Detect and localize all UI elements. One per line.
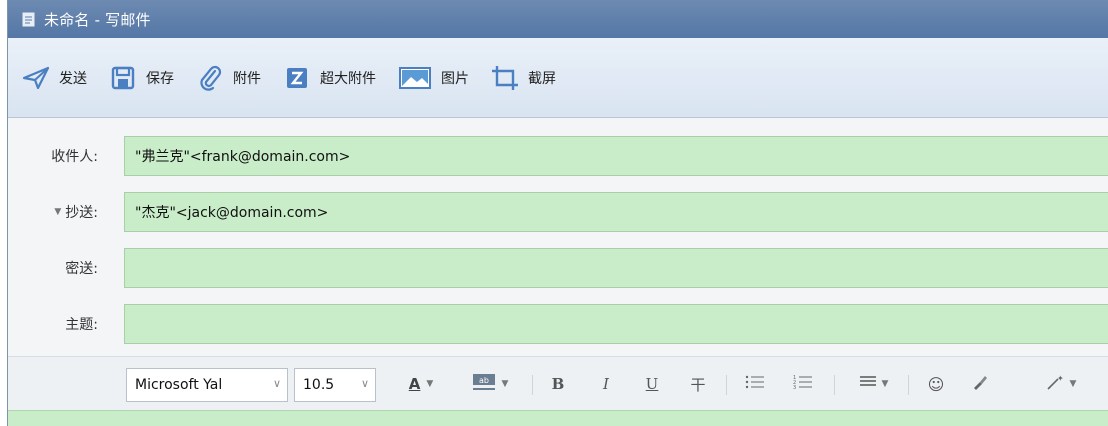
bcc-label: 密送: xyxy=(8,258,108,278)
main-toolbar: 发送 保存 附件 超大附件 图片 截屏 xyxy=(8,38,1108,118)
svg-text:✦: ✦ xyxy=(1057,374,1064,383)
emoji-button[interactable]: ☺ xyxy=(922,371,950,397)
send-button[interactable]: 发送 xyxy=(22,60,87,96)
bcc-label-text: 密送: xyxy=(65,261,98,277)
format-painter-button[interactable] xyxy=(966,371,994,397)
title-bar: 未命名 - 写邮件 xyxy=(8,0,1108,38)
subject-label-text: 主题: xyxy=(65,317,98,333)
strikethrough-button[interactable]: 干 xyxy=(684,371,712,397)
subject-row: 主题: xyxy=(8,304,1108,344)
magic-wand-button[interactable]: ✦ ▼ xyxy=(1034,371,1088,397)
save-button[interactable]: 保存 xyxy=(109,60,174,96)
dropdown-arrow-icon: ▼ xyxy=(881,379,889,389)
cc-label[interactable]: ▼ 抄送: xyxy=(8,202,108,222)
send-label: 发送 xyxy=(59,70,87,87)
smiley-icon: ☺ xyxy=(927,374,945,394)
dropdown-arrow-icon: ▼ xyxy=(1069,379,1077,389)
compose-window: 未命名 - 写邮件 发送 保存 附件 超大附件 图片 截屏 收件人: "弗兰克"… xyxy=(7,0,1108,426)
italic-button[interactable]: I xyxy=(592,371,620,397)
cc-label-text: 抄送: xyxy=(65,205,98,221)
picture-button[interactable]: 图片 xyxy=(398,60,469,96)
font-color-button[interactable]: A ▼ xyxy=(396,371,446,397)
large-attach-icon xyxy=(283,64,311,92)
highlight-icon: ab xyxy=(472,373,496,395)
dropdown-arrow-icon: ▼ xyxy=(501,379,509,389)
header-fields: 收件人: "弗兰克"<frank@domain.com> ▼ 抄送: "杰克"<j… xyxy=(8,118,1108,356)
large-attach-label: 超大附件 xyxy=(320,70,376,87)
subject-field[interactable] xyxy=(124,304,1108,344)
to-label: 收件人: xyxy=(8,146,108,166)
font-size-value: 10.5 xyxy=(303,377,335,393)
to-row: 收件人: "弗兰克"<frank@domain.com> xyxy=(8,136,1108,176)
dropdown-arrow-icon: ▼ xyxy=(426,379,434,389)
magic-wand-icon: ✦ xyxy=(1046,374,1064,394)
separator xyxy=(532,375,533,395)
attach-label: 附件 xyxy=(233,70,261,87)
document-icon xyxy=(22,12,35,27)
subject-label: 主题: xyxy=(8,314,108,334)
svg-text:3: 3 xyxy=(793,385,796,390)
separator xyxy=(908,375,909,395)
screenshot-label: 截屏 xyxy=(528,70,556,87)
send-icon xyxy=(22,64,50,92)
to-label-text: 收件人: xyxy=(51,149,98,165)
attach-button[interactable]: 附件 xyxy=(196,60,261,96)
svg-text:ab: ab xyxy=(479,376,489,385)
font-family-select[interactable]: Microsoft Yal ∨ xyxy=(126,368,288,402)
separator xyxy=(834,375,835,395)
align-button[interactable]: ▼ xyxy=(850,371,898,397)
large-attach-button[interactable]: 超大附件 xyxy=(283,60,376,96)
brush-icon xyxy=(972,374,988,394)
picture-label: 图片 xyxy=(441,70,469,87)
font-family-value: Microsoft Yal xyxy=(135,377,223,393)
separator xyxy=(726,375,727,395)
bullet-list-icon xyxy=(745,374,765,394)
cc-field[interactable]: "杰克"<jack@domain.com> xyxy=(124,192,1108,232)
message-body[interactable] xyxy=(8,410,1108,426)
crop-icon xyxy=(491,64,519,92)
cc-row: ▼ 抄送: "杰克"<jack@domain.com> xyxy=(8,192,1108,232)
bold-button[interactable]: B xyxy=(544,371,572,397)
paperclip-icon xyxy=(196,64,224,92)
numbered-list-button[interactable]: 123 xyxy=(788,371,818,397)
format-toolbar: Microsoft Yal ∨ 10.5 ∨ A ▼ ab ▼ B I U 干 xyxy=(8,356,1108,410)
to-field[interactable]: "弗兰克"<frank@domain.com> xyxy=(124,136,1108,176)
image-icon xyxy=(398,64,432,92)
highlight-color-button[interactable]: ab ▼ xyxy=(460,371,520,397)
window-title: 未命名 - 写邮件 xyxy=(44,10,151,29)
bullet-list-button[interactable] xyxy=(740,371,770,397)
numbered-list-icon: 123 xyxy=(793,374,813,394)
bcc-row: 密送: xyxy=(8,248,1108,288)
underline-button[interactable]: U xyxy=(638,371,666,397)
screenshot-button[interactable]: 截屏 xyxy=(491,60,556,96)
font-size-select[interactable]: 10.5 ∨ xyxy=(294,368,376,402)
font-color-icon: A xyxy=(408,375,421,393)
align-icon xyxy=(859,375,876,393)
save-label: 保存 xyxy=(146,70,174,87)
chevron-down-icon: ∨ xyxy=(272,377,281,390)
chevron-down-icon: ∨ xyxy=(360,377,369,390)
expand-triangle-icon[interactable]: ▼ xyxy=(54,207,61,217)
bcc-field[interactable] xyxy=(124,248,1108,288)
save-icon xyxy=(109,64,137,92)
